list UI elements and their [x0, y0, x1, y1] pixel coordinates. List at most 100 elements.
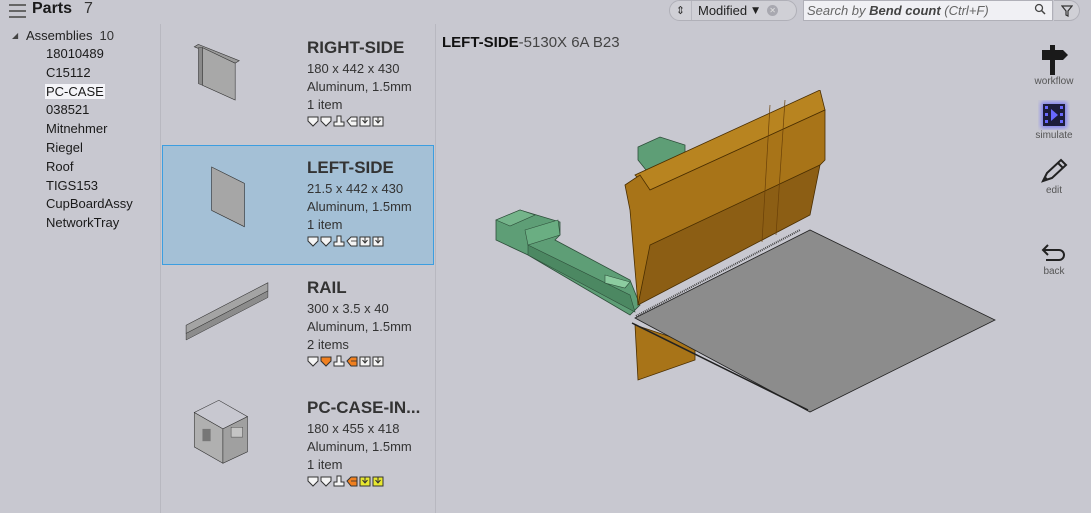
- part-material: Aluminum, 1.5mm: [307, 199, 412, 214]
- tree-item[interactable]: 18010489: [45, 45, 134, 64]
- sort-dropdown[interactable]: ⇕ Modified ▼ ✕: [669, 0, 797, 21]
- part-info: RAIL 300 x 3.5 x 40 Aluminum, 1.5mm 2 items: [307, 278, 412, 367]
- filter-button[interactable]: [1054, 0, 1080, 21]
- search-input[interactable]: [804, 3, 1024, 18]
- back-button[interactable]: back: [1026, 240, 1082, 277]
- part-dimensions: 21.5 x 442 x 430: [307, 181, 404, 196]
- parts-count: 7: [84, 0, 93, 17]
- part-material: Aluminum, 1.5mm: [307, 319, 412, 334]
- collapse-triangle-icon[interactable]: ◢: [12, 31, 26, 40]
- bend-down-icon: [359, 476, 371, 487]
- part-name: PC-CASE-IN...: [307, 398, 421, 417]
- pencil-icon: [1041, 158, 1068, 183]
- filter-icon: [1060, 5, 1073, 17]
- part-info: LEFT-SIDE 21.5 x 442 x 430 Aluminum, 1.5mm…: [307, 158, 412, 247]
- tree-item[interactable]: PC-CASE: [45, 83, 134, 102]
- tree-item-label: 18010489: [46, 46, 104, 61]
- operation-status-icons: [307, 475, 420, 487]
- die-icon: [320, 476, 332, 487]
- backgauge-icon: [346, 476, 358, 487]
- operation-status-icons: [307, 355, 412, 367]
- simulate-button[interactable]: simulate: [1026, 100, 1082, 141]
- bend-down-icon: [359, 236, 371, 247]
- panel-divider[interactable]: [435, 24, 436, 513]
- search-field[interactable]: Search by Bend count (Ctrl+F): [803, 0, 1053, 21]
- part-thumbnail: [193, 44, 240, 101]
- workflow-button[interactable]: workflow: [1026, 44, 1082, 87]
- tree-item-label: Mitnehmer: [46, 121, 108, 137]
- part-material: Aluminum, 1.5mm: [307, 439, 412, 454]
- parts-list: RIGHT-SIDE 180 x 442 x 430 Aluminum, 1.5mm…: [162, 25, 434, 505]
- part-quantity: 1 item: [307, 97, 343, 112]
- tree-item-label: C15112: [46, 64, 91, 80]
- tool-icon: [333, 475, 345, 487]
- die-icon: [320, 116, 332, 127]
- tree-item-label: Roof: [46, 158, 74, 174]
- viewer-title: LEFT-SIDE-5130X 6A B23: [442, 34, 620, 51]
- signpost-icon: [1042, 45, 1068, 75]
- part-dimensions: 180 x 455 x 418: [307, 421, 400, 436]
- panel-divider[interactable]: [160, 24, 161, 513]
- edit-label: edit: [1045, 185, 1063, 196]
- sort-value: Modified: [698, 3, 748, 18]
- sort-order-icon[interactable]: ⇕: [670, 1, 692, 20]
- punch-icon: [307, 356, 319, 367]
- backgauge-left: [495, 209, 641, 316]
- part-thumbnail: [211, 166, 245, 228]
- film-play-icon: [1041, 102, 1067, 128]
- tree-item[interactable]: CupBoardAssy: [45, 195, 134, 214]
- bend-down-icon: [372, 236, 384, 247]
- die-icon: [320, 236, 332, 247]
- part-dimensions: 180 x 442 x 430: [307, 61, 400, 76]
- tree-root-assemblies[interactable]: ◢ Assemblies 10: [12, 27, 134, 43]
- backgauge-icon: [346, 236, 358, 247]
- part-card[interactable]: RAIL 300 x 3.5 x 40 Aluminum, 1.5mm 2 items: [162, 265, 434, 385]
- part-card[interactable]: RIGHT-SIDE 180 x 442 x 430 Aluminum, 1.5mm…: [162, 25, 434, 145]
- chevron-down-icon: ▼: [752, 5, 760, 16]
- tree-item-label: 038521: [46, 102, 90, 118]
- simulate-label: simulate: [1035, 130, 1073, 141]
- menu-icon[interactable]: [9, 4, 26, 18]
- bend-down-icon: [359, 116, 371, 127]
- bend-down-icon: [359, 356, 371, 367]
- tree-item[interactable]: Riegel: [45, 139, 134, 158]
- assemblies-tree: ◢ Assemblies 10 18010489 C15112 PC-CASE 038…: [12, 27, 134, 233]
- page-title: Parts: [32, 0, 73, 17]
- tree-item[interactable]: Mitnehmer: [45, 120, 134, 139]
- tree-root-count: 10: [99, 27, 114, 43]
- operation-status-icons: [307, 115, 412, 127]
- tool-icon: [333, 355, 345, 367]
- tree-item-label: TIGS153: [46, 177, 99, 193]
- part-quantity: 1 item: [307, 457, 343, 472]
- bend-down-icon: [372, 116, 384, 127]
- tree-item[interactable]: NetworkTray: [45, 214, 134, 233]
- tree-item-label: NetworkTray: [46, 215, 120, 231]
- part-quantity: 2 items: [307, 337, 349, 352]
- part-quantity: 1 item: [307, 217, 343, 232]
- part-thumbnail: [185, 282, 269, 341]
- edit-button[interactable]: edit: [1026, 157, 1082, 196]
- bend-down-icon: [372, 356, 384, 367]
- bend-down-icon: [372, 476, 384, 487]
- search-icon[interactable]: [1034, 3, 1046, 18]
- part-name: RAIL: [307, 278, 347, 297]
- tree-item-label: PC-CASE: [45, 83, 105, 99]
- tree-item[interactable]: C15112: [45, 64, 134, 83]
- part-info: PC-CASE-IN... 180 x 455 x 418 Aluminum, 1.…: [307, 398, 420, 487]
- operation-status-icons: [307, 235, 412, 247]
- backgauge-icon: [346, 116, 358, 127]
- die-icon: [320, 356, 332, 367]
- tree-item[interactable]: 038521: [45, 101, 134, 120]
- part-material: Aluminum, 1.5mm: [307, 79, 412, 94]
- tree-item-label: Riegel: [46, 139, 83, 155]
- tree-item[interactable]: Roof: [45, 158, 134, 177]
- tool-icon: [333, 115, 345, 127]
- part-card[interactable]: PC-CASE-IN... 180 x 455 x 418 Aluminum, 1.…: [162, 385, 434, 505]
- part-card[interactable]: LEFT-SIDE 21.5 x 442 x 430 Aluminum, 1.5mm…: [162, 145, 434, 265]
- tree-item[interactable]: TIGS153: [45, 177, 134, 196]
- clear-sort-icon[interactable]: ✕: [767, 5, 779, 16]
- 3d-bend-simulation-view[interactable]: [480, 90, 1010, 420]
- workflow-label: workflow: [1034, 76, 1074, 87]
- tree-root-label: Assemblies: [26, 27, 93, 43]
- part-info: RIGHT-SIDE 180 x 442 x 430 Aluminum, 1.5mm…: [307, 38, 412, 127]
